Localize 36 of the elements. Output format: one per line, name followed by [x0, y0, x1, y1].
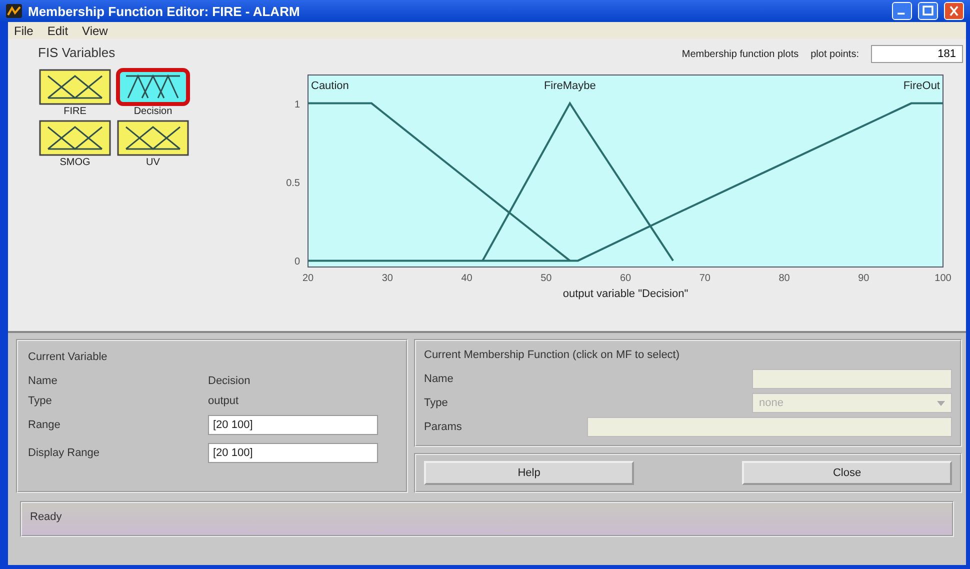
axis-tick-label: 60	[620, 273, 632, 284]
axis-tick-label: 100	[934, 273, 952, 284]
curve-label: FireMaybe	[544, 80, 596, 92]
axis-tick-label: 1	[294, 99, 300, 110]
field-label: Name	[424, 373, 454, 385]
value-text: Decision	[208, 375, 252, 387]
panel-title: Current Variable	[28, 351, 108, 363]
field-label: Name	[28, 375, 58, 387]
field-label: Params	[424, 421, 462, 433]
panel-title: FIS Variables	[38, 45, 116, 60]
axis-tick-label: 0	[294, 256, 300, 268]
curve-label: Caution	[311, 80, 349, 92]
plot-title: Membership function plots	[682, 48, 799, 60]
axis-tick-label: 0.5	[286, 178, 300, 190]
value-text: output	[208, 395, 240, 407]
variable-label: Decision	[134, 106, 172, 117]
axis-tick-label: 90	[858, 273, 870, 284]
window-title: Membership Function Editor: FIRE - ALARM	[28, 4, 300, 18]
field-label: Type	[424, 397, 448, 409]
field-label: plot points:	[810, 48, 859, 60]
axis-tick-label: 50	[540, 273, 552, 284]
variable-label: UV	[146, 157, 160, 168]
variable-label: FIRE	[64, 106, 86, 117]
axis-tick-label: 20	[302, 273, 314, 284]
status-bar: Ready	[20, 501, 954, 537]
axis-tick-label: 80	[778, 273, 790, 284]
panel-title: Current Membership Function (click on MF to select)	[424, 349, 680, 361]
field-label: Type	[28, 395, 53, 407]
axis-tick-label: 30	[382, 273, 393, 284]
axis-tick-label: 40	[461, 273, 472, 284]
axis-title: output variable "Decision"	[562, 288, 688, 300]
axis-tick-label: 70	[699, 273, 710, 284]
field-label: Range	[28, 419, 62, 431]
curve-label: FireOut	[903, 80, 940, 92]
variable-label: SMOG	[60, 157, 90, 168]
field-label: Display Range	[28, 447, 101, 459]
